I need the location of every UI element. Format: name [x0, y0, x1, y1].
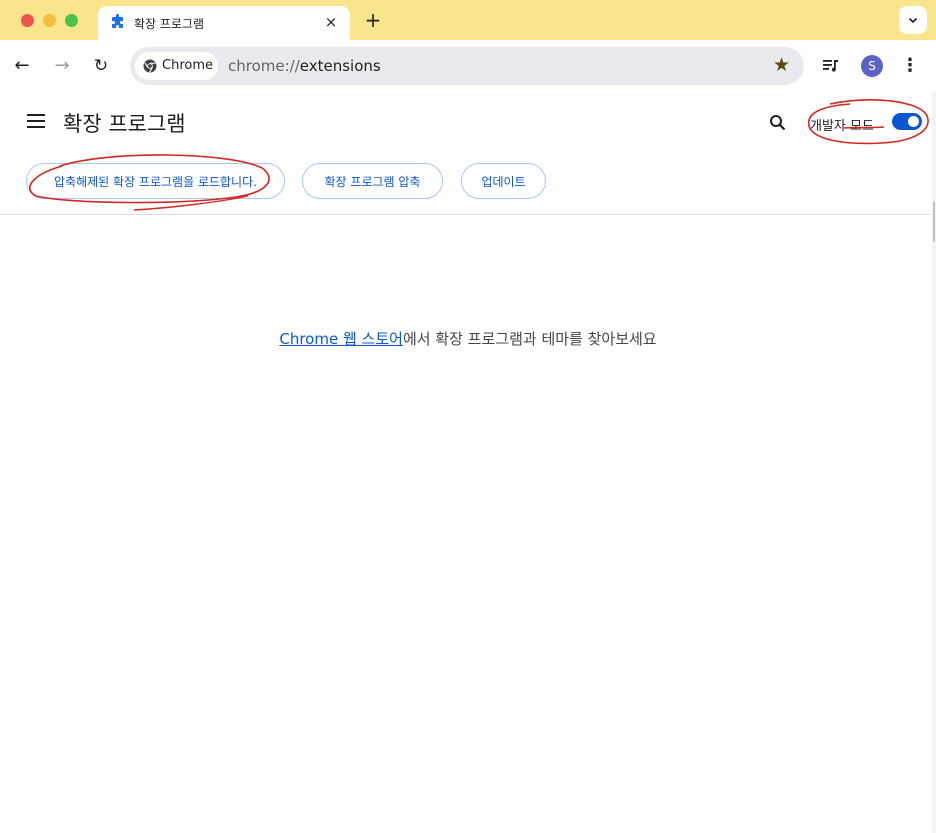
url-text[interactable]: chrome://extensions [228, 57, 381, 75]
page-title: 확장 프로그램 [63, 112, 186, 136]
close-window-button[interactable] [21, 14, 34, 27]
chrome-menu-icon[interactable]: ⋮ [900, 53, 920, 79]
maximize-window-button[interactable] [65, 14, 78, 27]
chrome-icon [143, 59, 157, 73]
scrollbar-track[interactable] [932, 92, 936, 833]
load-unpacked-button[interactable]: 압축해제된 확장 프로그램을 로드합니다. [26, 163, 285, 199]
site-info-chip[interactable]: Chrome [135, 52, 218, 80]
profile-avatar[interactable]: S [861, 55, 883, 77]
empty-state-message: Chrome 웹 스토어에서 확장 프로그램과 테마를 찾아보세요 [0, 328, 936, 349]
site-chip-label: Chrome [162, 58, 213, 73]
tab-extensions[interactable]: 확장 프로그램 × [98, 6, 350, 40]
title-bar: 확장 프로그램 × + [0, 0, 936, 40]
tab-search-button[interactable] [899, 6, 927, 34]
tab-close-icon[interactable]: × [322, 13, 340, 31]
developer-mode-label: 개발자 모드 [810, 119, 874, 134]
forward-button[interactable]: → [50, 54, 74, 78]
developer-mode-toggle[interactable] [892, 113, 922, 130]
search-icon[interactable] [769, 114, 787, 132]
hamburger-menu-icon[interactable] [27, 114, 45, 130]
url-path: extensions [299, 57, 381, 75]
chevron-down-icon [908, 17, 918, 24]
back-button[interactable]: ← [10, 54, 34, 78]
toggle-knob [908, 116, 919, 127]
pack-extension-button[interactable]: 확장 프로그램 압축 [302, 163, 443, 199]
new-tab-button[interactable]: + [362, 9, 384, 31]
extensions-header: 확장 프로그램 개발자 모드 압축해제된 확장 프로그램을 로드합니다. 확장 … [0, 92, 936, 215]
media-controls-icon[interactable] [822, 57, 840, 75]
url-scheme: chrome:// [228, 57, 300, 75]
chrome-web-store-link[interactable]: Chrome 웹 스토어 [279, 330, 403, 348]
bookmark-star-icon[interactable]: ★ [773, 55, 790, 75]
update-button[interactable]: 업데이트 [461, 163, 546, 199]
browser-toolbar: ← → ↻ Chrome chrome://extensions ★ S ⋮ [0, 40, 936, 93]
puzzle-icon [112, 14, 123, 28]
empty-state-text: 에서 확장 프로그램과 테마를 찾아보세요 [402, 330, 657, 348]
reload-button[interactable]: ↻ [89, 54, 113, 78]
tab-title: 확장 프로그램 [134, 17, 205, 31]
scrollbar-thumb[interactable] [933, 202, 935, 242]
address-bar[interactable]: Chrome chrome://extensions ★ [130, 47, 804, 85]
minimize-window-button[interactable] [43, 14, 56, 27]
